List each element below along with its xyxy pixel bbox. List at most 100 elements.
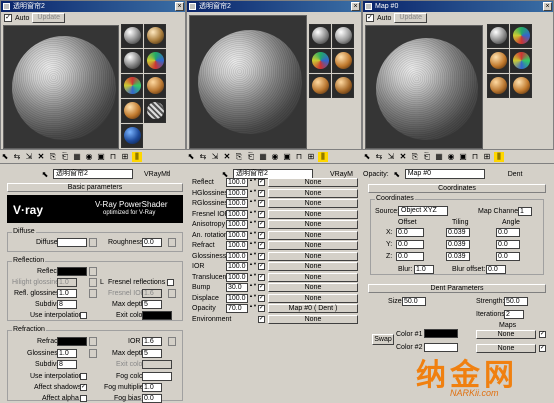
- spinner-arrows-icon[interactable]: ▲▼: [249, 283, 257, 292]
- auto-checkbox[interactable]: ✓: [366, 14, 374, 22]
- map-row-map-button[interactable]: None: [268, 178, 358, 187]
- spinner-arrows-icon[interactable]: ▲▼: [249, 262, 257, 271]
- glossiness-map-button[interactable]: [89, 349, 97, 358]
- map-row-map-button[interactable]: None: [268, 283, 358, 292]
- iterations-spinner[interactable]: 2: [504, 310, 524, 319]
- color1-map-checkbox[interactable]: ✓: [539, 331, 546, 338]
- map-row-map-button[interactable]: None: [268, 209, 358, 219]
- refl-gloss-map-button[interactable]: [89, 289, 97, 298]
- sample-slot[interactable]: [121, 99, 143, 123]
- strength-spinner[interactable]: 50.0: [504, 297, 528, 306]
- update-button[interactable]: Update: [394, 13, 427, 23]
- sample-slot[interactable]: [510, 49, 532, 73]
- x-angle-spinner[interactable]: 0.0: [496, 228, 520, 237]
- exit-color-swatch[interactable]: [142, 311, 172, 320]
- assign-material-icon[interactable]: ⇲: [24, 152, 34, 162]
- assign-material-icon[interactable]: ⇲: [210, 152, 220, 162]
- map-row-enable-checkbox[interactable]: ✓: [258, 179, 265, 186]
- map-row-amount[interactable]: 30.0: [226, 283, 248, 292]
- map-type-button[interactable]: Dent: [508, 171, 523, 178]
- swap-button[interactable]: Swap: [372, 334, 394, 345]
- put-to-library-icon[interactable]: ▦: [72, 152, 82, 162]
- refract-color-swatch[interactable]: [57, 337, 87, 346]
- map-row-enable-checkbox[interactable]: ✓: [258, 305, 265, 312]
- material-name-field[interactable]: 透明窗帘2: [53, 169, 133, 179]
- close-icon[interactable]: ×: [351, 2, 360, 11]
- close-icon[interactable]: ×: [543, 2, 552, 11]
- spinner-arrows-icon[interactable]: ▲▼: [249, 241, 257, 250]
- map-row-amount[interactable]: 100.0: [226, 262, 248, 271]
- title-bar[interactable]: 透明窗帘2 ×: [187, 1, 361, 12]
- map-row-amount[interactable]: 100.0: [226, 188, 248, 198]
- close-icon[interactable]: ×: [175, 2, 184, 11]
- go-forward-icon[interactable]: ⫼: [494, 151, 504, 162]
- r-exit-color-swatch[interactable]: [142, 360, 172, 369]
- map-row-enable-checkbox[interactable]: ✓: [258, 200, 265, 207]
- map-row-enable-checkbox[interactable]: ✓: [258, 252, 265, 260]
- x-tiling-spinner[interactable]: 0.039: [446, 228, 470, 237]
- hilight-glossiness-spinner[interactable]: 1.0: [57, 278, 77, 287]
- map-row-enable-checkbox[interactable]: ✓: [258, 242, 265, 249]
- sample-slot[interactable]: [309, 49, 331, 73]
- get-material-icon[interactable]: ⬉: [362, 152, 372, 162]
- sample-slot[interactable]: [144, 74, 166, 98]
- map-row-map-button[interactable]: None: [268, 272, 358, 282]
- map-row-enable-checkbox[interactable]: ✓: [258, 210, 265, 218]
- r-subdivs-spinner[interactable]: 8: [57, 360, 77, 369]
- source-dropdown[interactable]: Object XYZ: [398, 206, 448, 216]
- roughness-map-button[interactable]: [168, 238, 176, 247]
- sample-slot[interactable]: [144, 24, 166, 48]
- map-row-enable-checkbox[interactable]: ✓: [258, 284, 265, 291]
- r-use-interpolation-checkbox[interactable]: [80, 373, 87, 380]
- map-row-map-button[interactable]: None: [268, 262, 358, 271]
- map-row-enable-checkbox[interactable]: ✓: [258, 221, 265, 228]
- spinner-arrows-icon[interactable]: ▲▼: [249, 230, 257, 240]
- l-lock-label[interactable]: L: [100, 279, 104, 286]
- put-to-scene-icon[interactable]: ⇆: [198, 152, 208, 162]
- size-spinner[interactable]: 50.0: [402, 297, 426, 306]
- fresnel-ior-spinner[interactable]: 1.6: [142, 289, 162, 298]
- color2-map-checkbox[interactable]: ✓: [539, 345, 546, 352]
- make-unique-icon[interactable]: ⎗: [60, 152, 70, 162]
- copy-material-icon[interactable]: ⎘: [410, 152, 420, 162]
- map-row-amount[interactable]: 100.0: [226, 199, 248, 208]
- material-id-icon[interactable]: ◉: [270, 152, 280, 162]
- max-depth-spinner[interactable]: 5: [142, 300, 162, 309]
- go-to-parent-icon[interactable]: ⊞: [120, 152, 130, 162]
- map-row-map-button[interactable]: None: [268, 293, 358, 303]
- color1-swatch[interactable]: [424, 329, 458, 338]
- show-end-result-icon[interactable]: ⊓: [294, 152, 304, 162]
- reflect-map-button[interactable]: [89, 267, 97, 276]
- go-forward-icon[interactable]: ⫼: [318, 151, 328, 162]
- y-offset-spinner[interactable]: 0.0: [396, 240, 424, 249]
- sample-slot[interactable]: [487, 49, 509, 73]
- sample-slot[interactable]: [332, 49, 354, 73]
- pick-map-icon[interactable]: ⬉: [392, 169, 402, 179]
- show-map-icon[interactable]: ▣: [96, 152, 106, 162]
- y-tiling-spinner[interactable]: 0.039: [446, 240, 470, 249]
- go-forward-icon[interactable]: ⫼: [132, 151, 142, 162]
- map-row-map-button[interactable]: None: [268, 220, 358, 229]
- map-row-enable-checkbox[interactable]: ✓: [258, 231, 265, 239]
- affect-shadows-checkbox[interactable]: ✓: [80, 384, 87, 391]
- sample-slot[interactable]: [121, 24, 143, 48]
- map-row-amount[interactable]: 70.0: [226, 304, 248, 313]
- color1-map-button[interactable]: None: [476, 330, 536, 339]
- map-row-amount[interactable]: 100.0: [226, 220, 248, 229]
- reset-map-icon[interactable]: ✕: [222, 152, 232, 162]
- title-bar[interactable]: Map #0 ×: [363, 1, 553, 12]
- map-row-enable-checkbox[interactable]: ✓: [258, 189, 265, 197]
- put-to-library-icon[interactable]: ▦: [258, 152, 268, 162]
- sample-slot[interactable]: [510, 74, 532, 98]
- map-row-map-button[interactable]: None: [268, 199, 358, 208]
- basic-parameters-rollout[interactable]: Basic parameters: [7, 183, 183, 192]
- refract-map-button[interactable]: [89, 337, 97, 346]
- copy-material-icon[interactable]: ⎘: [48, 152, 58, 162]
- map-channel-spinner[interactable]: 1: [518, 207, 532, 216]
- title-bar[interactable]: 透明窗帘2 ×: [1, 1, 185, 12]
- update-button[interactable]: Update: [32, 13, 65, 23]
- sample-slot[interactable]: [309, 74, 331, 98]
- sample-slot[interactable]: [332, 24, 354, 48]
- r-max-depth-spinner[interactable]: 5: [142, 349, 162, 358]
- material-type-button[interactable]: VRayM: [330, 171, 353, 178]
